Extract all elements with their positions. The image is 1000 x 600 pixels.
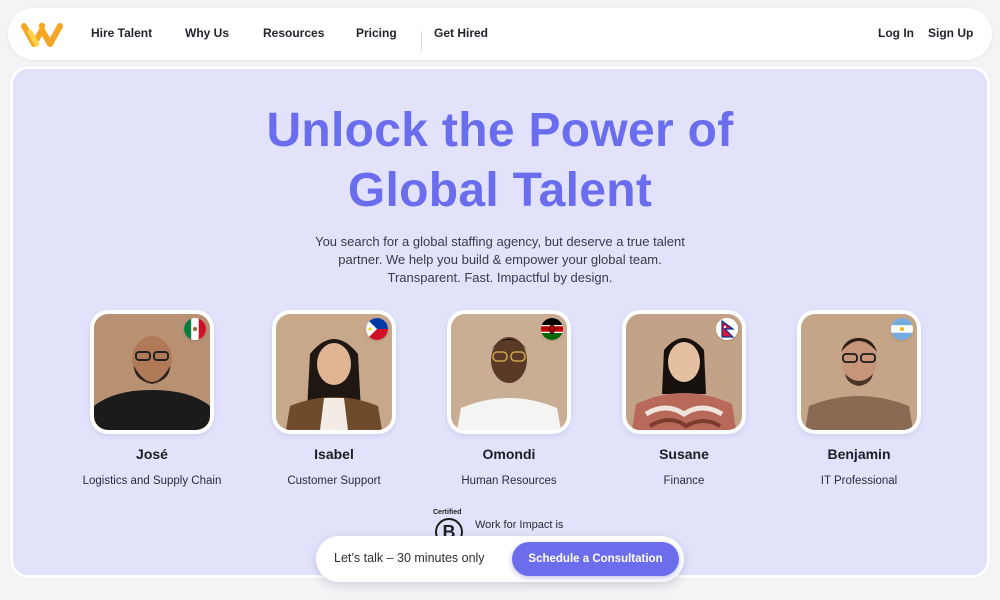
talent-role-isabel: Customer Support xyxy=(287,475,381,487)
hero-headline-line-1: Unlock the Power of xyxy=(266,104,734,157)
consultation-cta-bar: Let’s talk – 30 minutes only Schedule a … xyxy=(316,536,684,582)
talent-card-omondi[interactable] xyxy=(447,310,571,434)
nav-pricing[interactable]: Pricing xyxy=(356,26,397,40)
cta-text: Let’s talk – 30 minutes only xyxy=(334,551,485,565)
talent-name-omondi: Omondi xyxy=(482,446,536,462)
nav-why-us[interactable]: Why Us xyxy=(185,26,229,40)
philippines-flag-icon xyxy=(366,318,388,340)
talent-name-susane: Susane xyxy=(659,446,709,462)
nepal-flag-icon xyxy=(716,318,738,340)
nav-get-hired[interactable]: Get Hired xyxy=(434,26,488,40)
kenya-flag-icon xyxy=(541,318,563,340)
brand-logo-icon[interactable] xyxy=(20,20,68,50)
nav-divider xyxy=(421,31,422,51)
talent-role-benjamin: IT Professional xyxy=(820,475,898,487)
hero-headline-line-2: Global Talent xyxy=(347,164,653,217)
talent-name-jose: José xyxy=(136,446,168,462)
login-link[interactable]: Log In xyxy=(878,26,914,40)
nav-resources[interactable]: Resources xyxy=(263,26,324,40)
talent-card-jose[interactable] xyxy=(90,310,214,434)
talent-role-omondi: Human Resources xyxy=(461,475,557,487)
talent-name-benjamin: Benjamin xyxy=(827,446,891,462)
talent-name-isabel: Isabel xyxy=(314,446,354,462)
hero-subtext-line-3: Transparent. Fast. Impactful by design. xyxy=(387,270,613,285)
signup-link[interactable]: Sign Up xyxy=(928,26,973,40)
nav-hire-talent[interactable]: Hire Talent xyxy=(91,26,152,40)
argentina-flag-icon xyxy=(891,318,913,340)
talent-card-benjamin[interactable] xyxy=(797,310,921,434)
hero-subtext-line-2: partner. We help you build & empower you… xyxy=(338,252,662,267)
hero-subtext-line-1: You search for a global staffing agency,… xyxy=(315,234,685,249)
hero-section: Unlock the Power of Global Talent You se… xyxy=(10,66,990,578)
top-navbar: Hire Talent Why Us Resources Pricing Get… xyxy=(8,8,992,60)
bcorp-certified-label: Certified xyxy=(433,509,462,516)
talent-card-susane[interactable] xyxy=(622,310,746,434)
talent-role-jose: Logistics and Supply Chain xyxy=(82,475,222,487)
schedule-consultation-button[interactable]: Schedule a Consultation xyxy=(512,542,679,576)
talent-card-isabel[interactable] xyxy=(272,310,396,434)
mexico-flag-icon xyxy=(184,318,206,340)
talent-role-susane: Finance xyxy=(663,475,705,487)
certification-text: Work for Impact is xyxy=(475,519,564,531)
